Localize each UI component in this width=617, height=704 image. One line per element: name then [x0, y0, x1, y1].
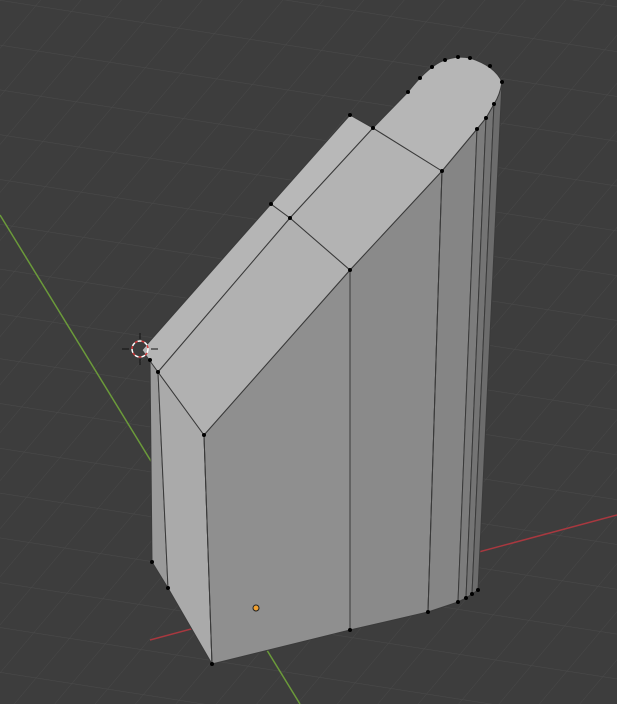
- object-origin-icon: [252, 604, 260, 612]
- 3d-viewport[interactable]: [0, 0, 617, 704]
- viewport-canvas[interactable]: [0, 0, 617, 704]
